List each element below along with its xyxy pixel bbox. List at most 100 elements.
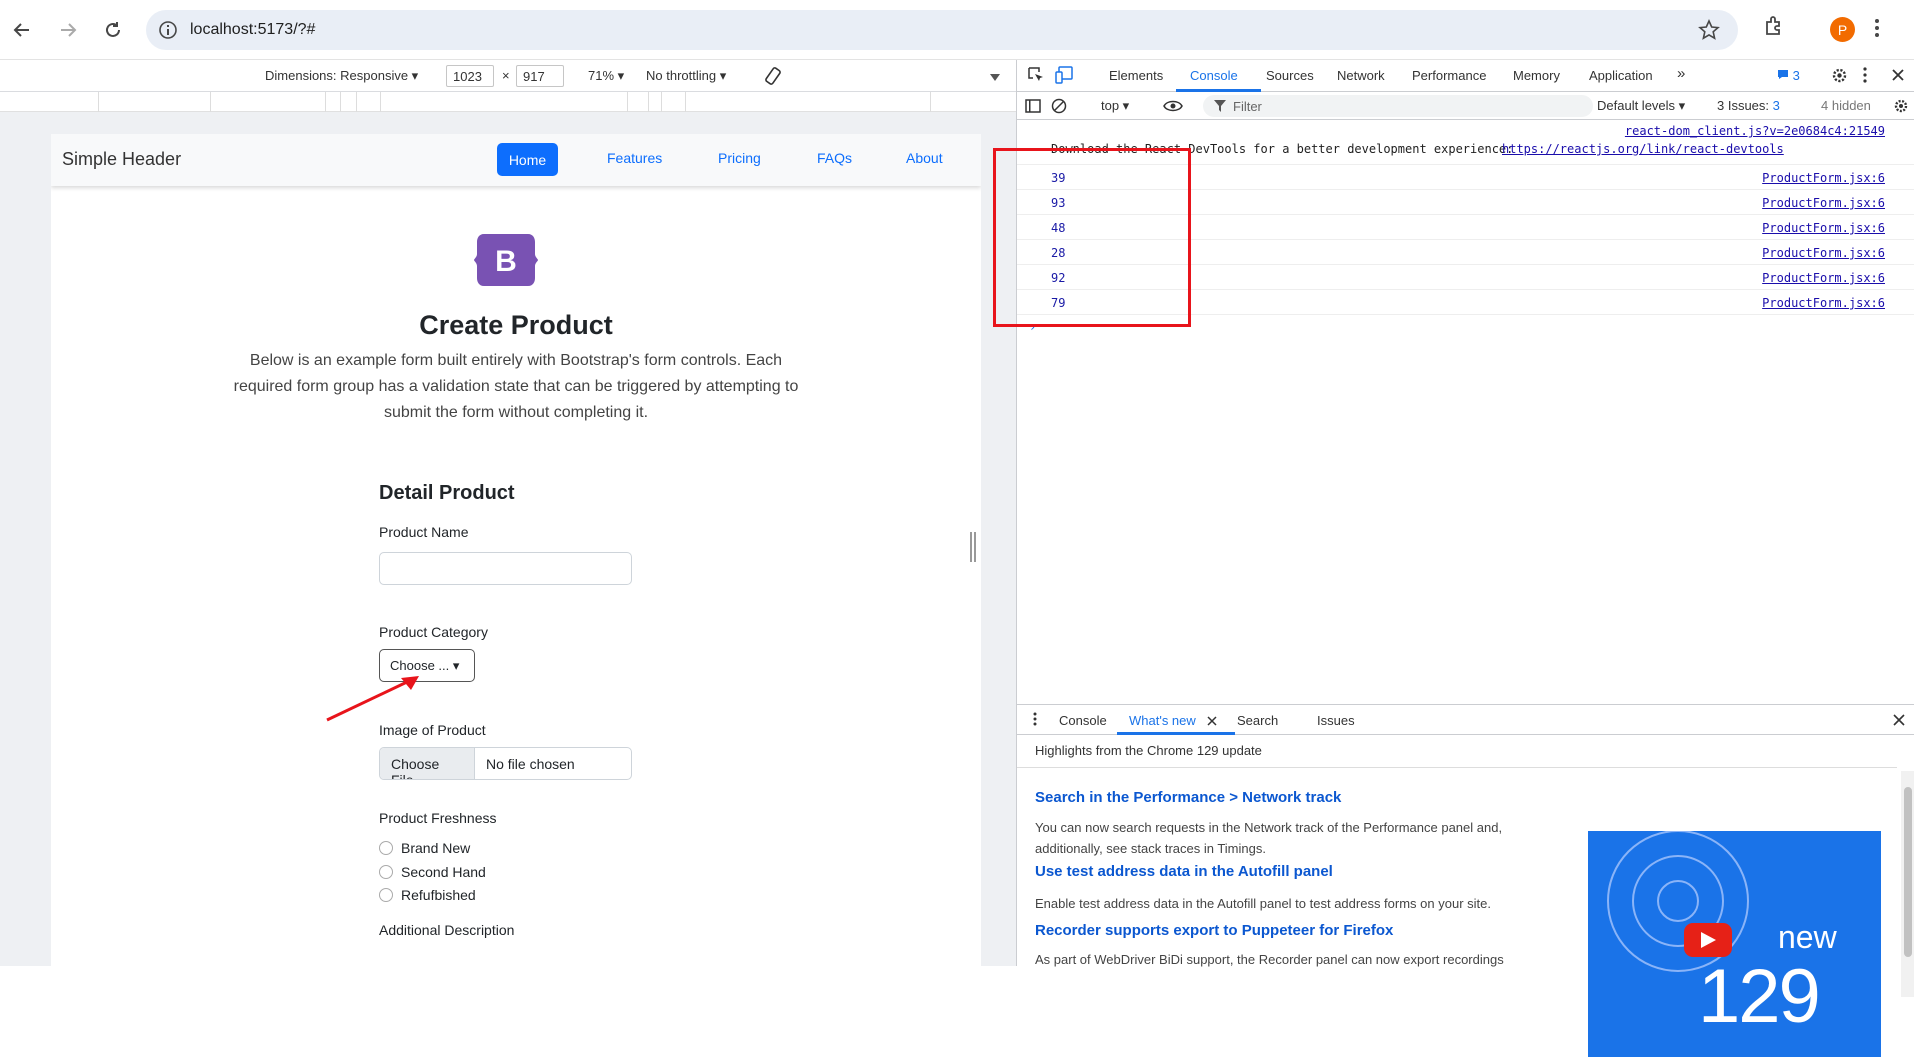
close-devtools-icon[interactable] <box>1891 68 1905 85</box>
browser-menu-icon[interactable] <box>1874 16 1880 45</box>
freshness-label: Product Freshness <box>379 810 497 826</box>
tab-performance[interactable]: Performance <box>1412 68 1486 83</box>
page-title: Create Product <box>419 310 613 340</box>
address-bar[interactable]: localhost:5173/?# <box>146 10 1738 50</box>
emulation-more-icon[interactable] <box>990 70 1000 85</box>
radio-circle-icon[interactable] <box>379 841 393 855</box>
console-toolbar: top ▾ Filter Default levels ▾ 3 Issues: … <box>1017 92 1914 120</box>
profile-avatar[interactable]: P <box>1830 17 1855 42</box>
issues-badge[interactable]: 3 <box>1777 68 1800 83</box>
url-text[interactable]: localhost:5173/?# <box>190 21 315 39</box>
product-name-label: Product Name <box>379 524 469 540</box>
radio-circle-icon[interactable] <box>379 865 393 879</box>
product-name-input[interactable] <box>379 552 632 585</box>
inspect-element-icon[interactable] <box>1027 66 1045 87</box>
console-settings-icon[interactable] <box>1893 98 1909 117</box>
width-input[interactable]: 1023 <box>446 65 494 87</box>
drawer-tab-search[interactable]: Search <box>1237 713 1278 728</box>
file-status: No file chosen <box>486 756 575 772</box>
log-source-link[interactable]: ProductForm.jsx:6 <box>1762 246 1885 260</box>
description-label: Additional Description <box>379 922 515 938</box>
feature-title-link[interactable]: Search in the Performance > Network trac… <box>1035 789 1341 806</box>
sidebar-toggle-icon[interactable] <box>1025 98 1041 117</box>
devtools-drawer: Console What's new Search Issues Highlig… <box>1017 704 1914 1057</box>
site-brand[interactable]: Simple Header <box>62 149 181 170</box>
radio-circle-icon[interactable] <box>379 888 393 902</box>
product-category-label: Product Category <box>379 624 488 640</box>
tab-console[interactable]: Console <box>1190 68 1238 83</box>
drawer-tab-issues[interactable]: Issues <box>1317 713 1355 728</box>
device-toolbar-icon[interactable] <box>1055 66 1075 87</box>
console-filter-input[interactable]: Filter <box>1203 95 1593 117</box>
drawer-tabbar: Console What's new Search Issues <box>1017 705 1914 735</box>
divider <box>1017 767 1897 768</box>
rotate-icon[interactable] <box>763 66 783 89</box>
log-source-link[interactable]: ProductForm.jsx:6 <box>1762 271 1885 285</box>
clear-console-icon[interactable] <box>1051 98 1067 117</box>
times-sign: × <box>502 68 510 83</box>
dimensions-select[interactable]: Dimensions: Responsive ▾ <box>265 68 418 84</box>
promo-version-text: 129 <box>1698 954 1821 1039</box>
nav-pricing[interactable]: Pricing <box>718 150 761 166</box>
tab-memory[interactable]: Memory <box>1513 68 1560 83</box>
react-source-link[interactable]: react-dom_client.js?v=2e0684c4:21549 <box>1625 124 1885 138</box>
nav-about[interactable]: About <box>906 150 943 166</box>
scrollbar-thumb[interactable] <box>1904 787 1912 957</box>
drawer-tab-console[interactable]: Console <box>1059 713 1107 728</box>
log-source-link[interactable]: ProductForm.jsx:6 <box>1762 196 1885 210</box>
extensions-icon[interactable] <box>1762 14 1786 43</box>
image-file-input[interactable]: Choose File No file chosen <box>379 747 632 780</box>
radio-refurbished[interactable]: Refufbished <box>379 887 476 903</box>
feature-title-link[interactable]: Use test address data in the Autofill pa… <box>1035 863 1333 880</box>
tab-network[interactable]: Network <box>1337 68 1385 83</box>
settings-gear-icon[interactable] <box>1831 67 1848 87</box>
nav-features[interactable]: Features <box>607 150 662 166</box>
highlights-heading: Highlights from the Chrome 129 update <box>1035 743 1262 758</box>
radio-brand-new[interactable]: Brand New <box>379 840 470 856</box>
image-label: Image of Product <box>379 722 486 738</box>
tab-elements[interactable]: Elements <box>1109 68 1163 83</box>
live-expression-eye-icon[interactable] <box>1163 99 1183 116</box>
radio-second-hand[interactable]: Second Hand <box>379 864 486 880</box>
react-devtools-link[interactable]: https://reactjs.org/link/react-devtools <box>1502 142 1784 156</box>
bookmark-star-icon[interactable] <box>1698 19 1720 46</box>
promo-new-text: new <box>1778 919 1837 955</box>
back-icon[interactable] <box>6 14 38 46</box>
radio-label: Brand New <box>401 840 471 856</box>
log-source-link[interactable]: ProductForm.jsx:6 <box>1762 171 1885 185</box>
device-emulation-toolbar: Dimensions: Responsive ▾ 1023 × 917 71% … <box>0 60 1016 92</box>
filter-placeholder: Filter <box>1233 99 1262 114</box>
feature-title-link[interactable]: Recorder supports export to Puppeteer fo… <box>1035 922 1393 939</box>
reload-icon[interactable] <box>97 14 129 46</box>
issues-link[interactable]: 3 Issues: 3 <box>1717 98 1780 113</box>
drawer-scrollbar[interactable] <box>1901 771 1914 997</box>
site-navbar: Simple Header Home Features Pricing FAQs… <box>51 134 981 186</box>
site-info-icon[interactable] <box>158 20 178 45</box>
tab-application[interactable]: Application <box>1589 68 1653 83</box>
issues-text: 3 Issues: <box>1717 98 1773 113</box>
throttling-select[interactable]: No throttling ▾ <box>646 68 726 84</box>
drawer-menu-icon[interactable] <box>1033 712 1037 729</box>
chrome-129-promo-image[interactable]: new 129 <box>1588 831 1881 1057</box>
close-tab-icon[interactable] <box>1207 714 1217 729</box>
context-select[interactable]: top ▾ <box>1101 98 1129 114</box>
bootstrap-logo-icon: B <box>474 234 538 286</box>
nav-faqs[interactable]: FAQs <box>817 150 852 166</box>
log-source-link[interactable]: ProductForm.jsx:6 <box>1762 296 1885 310</box>
height-input[interactable]: 917 <box>516 65 564 87</box>
close-drawer-icon[interactable] <box>1893 714 1905 729</box>
viewport-resize-handle[interactable] <box>970 532 976 562</box>
annotation-highlight-box <box>993 148 1191 327</box>
annotation-arrow-icon <box>326 676 419 722</box>
zoom-select[interactable]: 71% ▾ <box>588 68 624 84</box>
log-levels-select[interactable]: Default levels ▾ <box>1597 98 1685 114</box>
forward-icon[interactable] <box>52 14 84 46</box>
nav-home[interactable]: Home <box>497 143 558 176</box>
choose-file-button[interactable]: Choose File <box>380 748 475 779</box>
drawer-tab-whats-new[interactable]: What's new <box>1129 713 1196 728</box>
tab-sources[interactable]: Sources <box>1266 68 1314 83</box>
log-source-link[interactable]: ProductForm.jsx:6 <box>1762 221 1885 235</box>
devtools-menu-icon[interactable] <box>1863 67 1867 86</box>
more-tabs-icon[interactable]: » <box>1677 65 1685 82</box>
logo-letter: B <box>495 245 517 278</box>
